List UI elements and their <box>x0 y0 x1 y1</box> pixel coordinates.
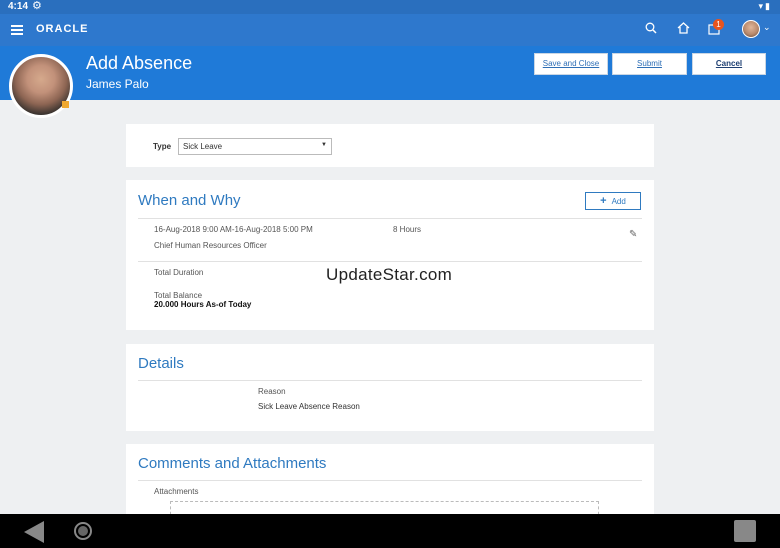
status-time: 4:14 <box>8 1 29 12</box>
recent-apps-icon[interactable] <box>734 520 756 542</box>
dropdown-arrow-icon: ▼ <box>321 142 327 148</box>
divider <box>138 261 642 262</box>
status-bar: 4:14 ⚙ ▾▮ <box>0 0 780 14</box>
system-nav-bar <box>0 514 780 548</box>
home-icon[interactable] <box>674 21 692 39</box>
cancel-button[interactable]: Cancel <box>692 53 766 75</box>
absence-role: Chief Human Resources Officer <box>154 241 267 250</box>
oracle-logo: ORACLE <box>36 23 89 35</box>
home-button-icon[interactable] <box>74 522 92 540</box>
person-photo <box>9 54 73 118</box>
type-card: Type Sick Leave ▼ <box>126 124 654 167</box>
details-title: Details <box>138 355 184 372</box>
type-select[interactable]: Sick Leave ▼ <box>178 138 332 155</box>
status-indicator <box>62 101 69 108</box>
person-name: James Palo <box>86 77 149 91</box>
search-icon[interactable] <box>642 21 660 39</box>
total-balance-value: 20.000 Hours As-of Today <box>154 300 252 309</box>
plus-icon: + <box>600 195 607 207</box>
divider <box>138 218 642 219</box>
menu-icon[interactable] <box>11 25 23 35</box>
add-button[interactable]: + Add <box>585 192 641 210</box>
reason-label: Reason <box>258 387 286 396</box>
watermark: UpdateStar.com <box>326 265 453 284</box>
attachments-label: Attachments <box>154 487 199 496</box>
page-title: Add Absence <box>86 53 193 73</box>
submit-button[interactable]: Submit <box>612 53 687 75</box>
total-duration-label: Total Duration <box>154 268 204 277</box>
divider <box>138 380 642 381</box>
when-and-why-title: When and Why <box>138 192 241 209</box>
absence-duration: 8 Hours <box>393 225 422 234</box>
type-label: Type <box>153 142 172 151</box>
when-and-why-card: When and Why + Add 16-Aug-2018 9:00 AM-16… <box>126 180 654 330</box>
chevron-down-icon[interactable]: ⌄ <box>763 22 771 33</box>
type-select-value: Sick Leave <box>183 142 223 151</box>
total-balance-label: Total Balance <box>154 291 203 300</box>
divider <box>138 480 642 481</box>
comments-title: Comments and Attachments <box>138 455 327 472</box>
details-card: Details Reason Sick Leave Absence Reason <box>126 344 654 431</box>
back-icon[interactable] <box>24 521 44 543</box>
app-header: ORACLE <box>0 14 780 46</box>
signal-battery-icon: ▾▮ <box>758 1 772 11</box>
settings-icon: ⚙ <box>32 0 42 12</box>
comments-attachments-card: Comments and Attachments Attachments <box>126 444 654 531</box>
add-button-label: Add <box>611 197 626 206</box>
edit-icon[interactable]: ✎ <box>629 229 637 240</box>
user-avatar[interactable] <box>742 20 760 38</box>
reason-value: Sick Leave Absence Reason <box>258 402 360 411</box>
absence-dates[interactable]: 16-Aug-2018 9:00 AM-16-Aug-2018 5:00 PM <box>154 225 313 234</box>
save-and-close-button[interactable]: Save and Close <box>534 53 608 75</box>
notification-badge: 1 <box>713 19 724 30</box>
